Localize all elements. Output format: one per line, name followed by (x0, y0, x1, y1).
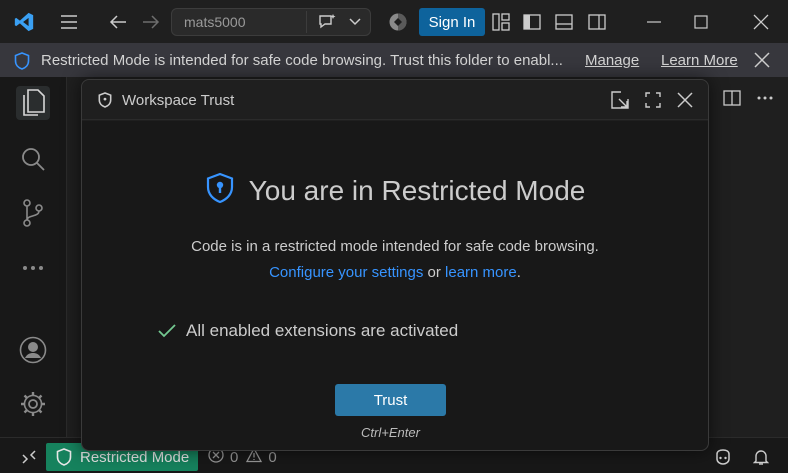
trust-button[interactable]: Trust (335, 384, 446, 416)
sign-in-button[interactable]: Sign In (419, 8, 485, 36)
more-icon[interactable] (16, 251, 50, 285)
accounts-sync-icon[interactable] (387, 11, 409, 33)
banner-message: Restricted Mode is intended for safe cod… (41, 52, 563, 69)
or-text: or (423, 264, 446, 281)
learn-more-link[interactable]: Learn More (661, 52, 738, 69)
learn-more-dialog-link[interactable]: learn more (445, 264, 517, 281)
layout-icon[interactable] (490, 11, 512, 33)
dialog-shield-icon (98, 92, 112, 113)
trust-shortcut: Ctrl+Enter (361, 425, 420, 440)
account-icon[interactable] (16, 333, 50, 367)
toggle-panel-icon[interactable] (553, 11, 575, 33)
dialog-title: Workspace Trust (122, 92, 235, 109)
editor-more-icon[interactable] (755, 88, 775, 108)
copilot-icon[interactable] (315, 11, 339, 33)
check-icon (158, 324, 176, 338)
maximize-icon[interactable] (690, 11, 712, 33)
command-center-search[interactable]: mats5000 (171, 8, 371, 36)
description-line: Code is in a restricted mode intended fo… (191, 238, 599, 255)
dialog-description: Code is in a restricted mode intended fo… (82, 234, 708, 286)
restricted-mode-label: Restricted Mode (80, 448, 190, 466)
check-item-text: All enabled extensions are activated (186, 321, 459, 340)
copilot-status-icon[interactable] (712, 446, 734, 468)
search-text: mats5000 (184, 14, 246, 30)
remote-icon[interactable] (18, 446, 40, 468)
restricted-mode-banner: Restricted Mode is intended for safe cod… (0, 43, 788, 77)
search-divider (306, 11, 307, 33)
source-control-icon[interactable] (16, 196, 50, 230)
manage-link[interactable]: Manage (585, 52, 639, 69)
check-item: All enabled extensions are activated (158, 321, 458, 341)
chevron-down-icon[interactable] (346, 13, 364, 31)
close-banner-icon[interactable] (752, 50, 772, 70)
status-shield-icon (56, 448, 72, 470)
minimize-icon[interactable] (643, 11, 665, 33)
forward-arrow-icon[interactable] (140, 11, 162, 33)
back-arrow-icon[interactable] (107, 11, 129, 33)
toggle-primary-sidebar-icon[interactable] (521, 11, 543, 33)
dialog-close-icon[interactable] (674, 89, 696, 111)
bell-icon[interactable] (750, 446, 772, 468)
close-icon[interactable] (750, 11, 772, 33)
description-links: Configure your settings or learn more. (82, 260, 708, 286)
heading-shield-icon (205, 172, 235, 211)
workspace-trust-dialog: Workspace Trust You are in Restricted Mo… (81, 79, 709, 451)
search-icon[interactable] (16, 142, 50, 176)
explorer-icon[interactable] (16, 86, 50, 120)
title-bar: mats5000 Sign In (0, 0, 788, 43)
activity-bar (0, 77, 66, 437)
error-count: 0 (230, 448, 239, 466)
menu-icon[interactable] (58, 11, 80, 33)
shield-icon (12, 51, 32, 71)
dialog-header: Workspace Trust (82, 80, 708, 120)
configure-settings-link[interactable]: Configure your settings (269, 264, 423, 281)
split-editor-icon[interactable] (722, 88, 742, 108)
vscode-logo-icon (12, 10, 36, 34)
warning-count: 0 (268, 448, 277, 466)
restricted-mode-heading: You are in Restricted Mode (82, 172, 708, 211)
heading-text: You are in Restricted Mode (248, 175, 586, 206)
popout-icon[interactable] (609, 89, 631, 111)
fullscreen-icon[interactable] (642, 89, 664, 111)
period-text: . (516, 264, 521, 281)
gear-icon[interactable] (16, 387, 50, 421)
toggle-secondary-sidebar-icon[interactable] (586, 11, 608, 33)
